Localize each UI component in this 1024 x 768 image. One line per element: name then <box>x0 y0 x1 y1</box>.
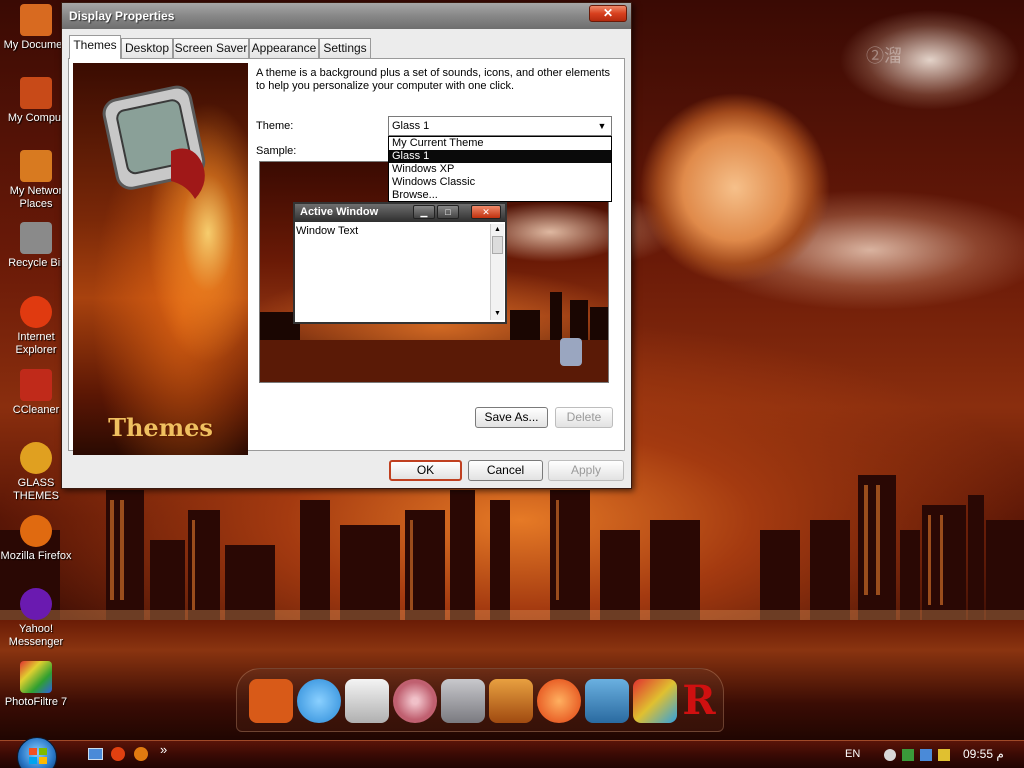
language-indicator[interactable]: EN <box>845 748 860 760</box>
internet-explorer-icon[interactable] <box>111 747 125 761</box>
chevron-down-icon[interactable]: ▼ <box>593 117 611 135</box>
r-logo-icon[interactable]: R <box>681 679 717 723</box>
apply-button[interactable]: Apply <box>548 460 624 481</box>
start-button[interactable] <box>17 737 57 768</box>
clock-time: 09:55 <box>963 747 994 761</box>
desktop-icon-mozilla-firefox[interactable]: Mozilla Firefox <box>0 515 72 563</box>
computer-icon <box>20 77 52 109</box>
ccleaner-icon <box>20 369 52 401</box>
city-skyline <box>0 475 1024 640</box>
internet-explorer-icon <box>20 296 52 328</box>
windows-logo-icon[interactable] <box>297 679 341 723</box>
theme-option-windows-xp[interactable]: Windows XP <box>389 163 611 176</box>
theme-label: Theme: <box>256 120 294 132</box>
tab-appearance[interactable]: Appearance <box>249 38 319 58</box>
paint-icon[interactable] <box>633 679 677 723</box>
internet-explorer-icon[interactable] <box>537 679 581 723</box>
close-button[interactable]: ✕ <box>589 5 627 22</box>
drive-icon[interactable] <box>345 679 389 723</box>
watermark: ②溜 <box>866 46 902 66</box>
close-icon: ✕ <box>471 205 501 219</box>
theme-dropdown-list: My Current Theme Glass 1 Windows XP Wind… <box>388 136 612 202</box>
application-dock: R <box>236 668 724 732</box>
minimize-icon: ▁ <box>413 205 435 219</box>
desktop-icon-label: PhotoFiltre 7 <box>4 696 68 708</box>
firefox-icon[interactable] <box>134 747 148 761</box>
quick-launch-more-button[interactable]: » <box>160 742 167 757</box>
clock[interactable]: 09:55 م <box>963 747 1004 761</box>
firefox-icon <box>20 515 52 547</box>
monitor-icon <box>102 85 206 199</box>
dialog-title: Display Properties <box>69 9 175 23</box>
banner-title: Themes <box>108 413 213 442</box>
taskbar: » EN 09:55 م <box>0 737 1024 768</box>
my-computer-icon[interactable] <box>249 679 293 723</box>
show-desktop-icon[interactable] <box>88 748 103 760</box>
sample-label: Sample: <box>256 145 297 157</box>
photofiltre-icon <box>20 661 52 693</box>
maximize-icon: □ <box>437 205 459 219</box>
disc-icon[interactable] <box>393 679 437 723</box>
themes-banner: Themes <box>73 63 248 455</box>
theme-option-glass-1[interactable]: Glass 1 <box>389 150 611 163</box>
scroll-thumb <box>492 236 503 254</box>
desktop-icon-photofiltre[interactable]: PhotoFiltre 7 <box>0 661 72 709</box>
dialog-title-bar[interactable]: Display Properties ✕ <box>62 3 631 29</box>
delete-button[interactable]: Delete <box>555 407 613 428</box>
theme-option-windows-classic[interactable]: Windows Classic <box>389 176 611 189</box>
desktop-icon-label: Mozilla Firefox <box>0 550 72 562</box>
windows-logo-icon <box>20 442 52 474</box>
recycle-bin-icon <box>560 338 582 366</box>
tab-themes[interactable]: Themes <box>69 35 121 59</box>
display-properties-dialog: Display Properties ✕ Themes Desktop Scre… <box>61 2 632 489</box>
clock-suffix: م <box>996 747 1004 761</box>
picture-icon[interactable] <box>489 679 533 723</box>
theme-select[interactable]: Glass 1 ▼ <box>388 116 612 136</box>
recycle-bin-icon <box>20 222 52 254</box>
tray-icon-3[interactable] <box>920 749 932 761</box>
sample-active-window: Active Window ▁ □ ✕ Window Text ▲ ▼ <box>293 202 507 324</box>
ok-button[interactable]: OK <box>389 460 462 481</box>
desktop-icon-label: Yahoo! Messenger <box>8 623 64 648</box>
sample-window-title-bar: Active Window ▁ □ ✕ <box>295 204 505 222</box>
tray-icon-4[interactable] <box>938 749 950 761</box>
sample-window-title: Active Window <box>300 206 379 218</box>
theme-select-value: Glass 1 <box>392 120 430 132</box>
cancel-button[interactable]: Cancel <box>468 460 543 481</box>
tray-icon-1[interactable] <box>884 749 896 761</box>
network-icon <box>20 150 52 182</box>
tab-screen-saver[interactable]: Screen Saver <box>173 38 249 58</box>
dialog-body: Themes Desktop Screen Saver Appearance S… <box>62 29 631 488</box>
windows-logo-icon <box>29 748 47 764</box>
theme-description: A theme is a background plus a set of so… <box>256 67 611 92</box>
theme-option-browse[interactable]: Browse... <box>389 189 611 202</box>
laptop-icon[interactable] <box>585 679 629 723</box>
folder-icon <box>20 4 52 36</box>
close-icon: ✕ <box>602 6 614 20</box>
scroll-down-icon: ▼ <box>494 310 501 317</box>
theme-option-my-current-theme[interactable]: My Current Theme <box>389 137 611 150</box>
scroll-up-icon: ▲ <box>494 226 501 233</box>
tab-settings[interactable]: Settings <box>319 38 371 58</box>
desktop-icon-yahoo-messenger[interactable]: Yahoo! Messenger <box>0 588 72 649</box>
sample-window-text: Window Text <box>296 225 359 237</box>
recycle-bin-icon[interactable] <box>441 679 485 723</box>
save-as-button[interactable]: Save As... <box>475 407 548 428</box>
sample-scrollbar: ▲ ▼ <box>490 224 504 320</box>
yahoo-messenger-icon <box>20 588 52 620</box>
tab-desktop[interactable]: Desktop <box>121 38 173 58</box>
tray-icon-2[interactable] <box>902 749 914 761</box>
themes-tab-panel: Themes A theme is a background plus a se… <box>68 58 625 455</box>
